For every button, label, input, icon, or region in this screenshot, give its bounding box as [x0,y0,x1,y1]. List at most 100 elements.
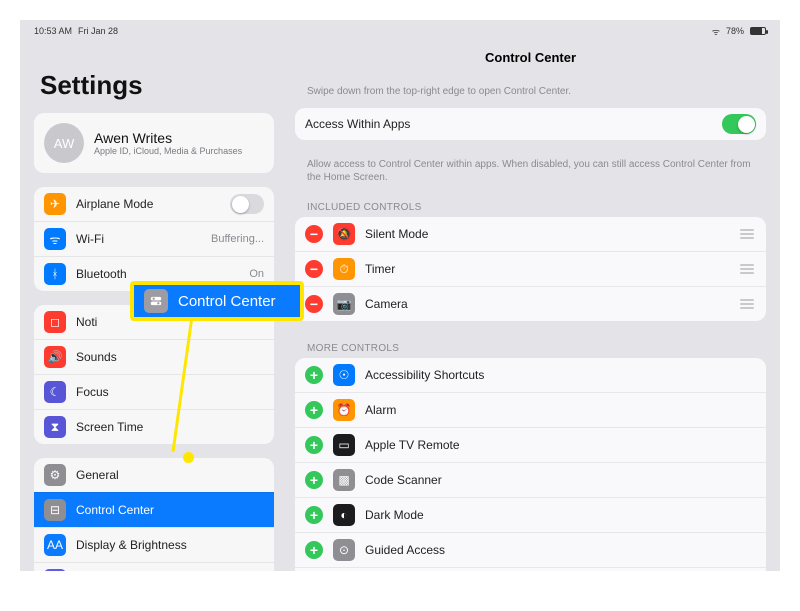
more-row[interactable]: + ⏰ Alarm [295,392,766,427]
add-button[interactable]: + [305,541,323,559]
remote-icon: ▭ [333,434,355,456]
connectivity-group: ✈ Airplane Mode ᯤ Wi-Fi Buffering... ᚼ B… [34,187,274,291]
general-group: ⚙ General ⊟ Control Center AA Display & … [34,458,274,571]
swipe-hint: Swipe down from the top-right edge to op… [295,81,766,108]
display-icon: AA [44,534,66,556]
controlcenter-icon: ⊟ [44,499,66,521]
sidebar-item-airplane[interactable]: ✈ Airplane Mode [34,187,274,221]
access-label: Access Within Apps [305,117,722,131]
remove-button[interactable]: − [305,295,323,313]
callout-highlight: Control Center [130,281,304,321]
general-label: General [76,468,264,482]
included-header: INCLUDED CONTROLS [295,194,766,217]
control-label: Timer [365,262,738,276]
wifi-value: Buffering... [211,233,264,245]
wifi-icon: ᯤ [44,228,66,250]
more-row[interactable]: + ☉ Accessibility Shortcuts [295,358,766,392]
account-avatar: AW [44,123,84,163]
add-button[interactable]: + [305,471,323,489]
timer-icon: ⏱ [333,258,355,280]
control-label: Accessibility Shortcuts [365,368,756,382]
airplane-icon: ✈ [44,193,66,215]
alarm-icon: ⏰ [333,399,355,421]
more-row[interactable]: + ▭ Apple TV Remote [295,427,766,462]
included-controls-list: −🔕Silent Mode−⏱Timer−📷Camera [295,217,766,321]
included-row[interactable]: −⏱ Timer [295,251,766,286]
control-label: Camera [365,297,738,311]
sounds-label: Sounds [76,350,264,364]
account-card[interactable]: AW Awen Writes Apple ID, iCloud, Media &… [34,113,274,173]
more-row[interactable]: + ⊙ Guided Access [295,532,766,567]
sidebar-item-controlcenter[interactable]: ⊟ Control Center [34,492,274,527]
battery-icon [750,27,766,35]
control-label: Code Scanner [365,473,756,487]
sidebar-item-wifi[interactable]: ᯤ Wi-Fi Buffering... [34,221,274,256]
display-label: Display & Brightness [76,538,264,552]
access-toggle[interactable] [722,114,756,134]
account-subtitle: Apple ID, iCloud, Media & Purchases [94,146,242,156]
notifications-group: ◻ Noti 🔊 Sounds ☾ Focus ⧗ Screen Time [34,305,274,444]
control-label: Guided Access [365,543,756,557]
callout-label: Control Center [178,293,276,310]
airplane-label: Airplane Mode [76,197,230,211]
status-date: Fri Jan 28 [78,26,118,36]
battery-percent: 78% [726,26,744,36]
homescreen-icon: ▦ [44,569,66,571]
detail-pane: Control Center Swipe down from the top-r… [295,42,766,571]
qr-icon: ▩ [333,469,355,491]
sidebar-item-homescreen[interactable]: ▦ Home Screen & Dock [34,562,274,571]
sounds-icon: 🔊 [44,346,66,368]
included-row[interactable]: −📷 Camera [295,286,766,321]
more-row[interactable]: + ◐ Dark Mode [295,497,766,532]
control-label: Apple TV Remote [365,438,756,452]
remove-button[interactable]: − [305,260,323,278]
more-header: MORE CONTROLS [295,335,766,358]
sidebar-item-sounds[interactable]: 🔊 Sounds [34,339,274,374]
status-bar: 10:53 AM Fri Jan 28 ᯤ 78% [34,24,766,38]
status-time: 10:53 AM [34,26,72,36]
focus-icon: ☾ [44,381,66,403]
bell-icon: 🔕 [333,223,355,245]
wifi-icon: ᯤ [712,25,720,38]
control-label: Alarm [365,403,756,417]
drag-handle-icon[interactable] [738,264,756,274]
bluetooth-value: On [249,268,264,280]
more-row[interactable]: +👂Hearing [295,567,766,571]
access-within-apps-row[interactable]: Access Within Apps [295,108,766,140]
callout-target-dot [183,452,194,463]
general-icon: ⚙ [44,464,66,486]
darkmode-icon: ◐ [333,504,355,526]
controlcenter-label: Control Center [76,503,264,517]
add-button[interactable]: + [305,366,323,384]
screentime-icon: ⧗ [44,416,66,438]
drag-handle-icon[interactable] [738,229,756,239]
focus-label: Focus [76,385,264,399]
control-label: Silent Mode [365,227,738,241]
sidebar-item-general[interactable]: ⚙ General [34,458,274,492]
sidebar-item-focus[interactable]: ☾ Focus [34,374,274,409]
drag-handle-icon[interactable] [738,299,756,309]
access-card: Access Within Apps [295,108,766,140]
sidebar-item-display[interactable]: AA Display & Brightness [34,527,274,562]
more-row[interactable]: + ▩ Code Scanner [295,462,766,497]
notifications-icon: ◻ [44,311,66,333]
sidebar-item-screentime[interactable]: ⧗ Screen Time [34,409,274,444]
account-name: Awen Writes [94,130,242,146]
bluetooth-label: Bluetooth [76,267,249,281]
airplane-toggle[interactable] [230,194,264,214]
more-controls-list: + ☉ Accessibility Shortcuts + ⏰ Alarm + ▭ Apple … [295,358,766,571]
guided-icon: ⊙ [333,539,355,561]
access-hint: Allow access to Control Center within ap… [295,154,766,194]
bluetooth-icon: ᚼ [44,263,66,285]
page-title: Control Center [295,50,766,65]
wifi-label: Wi-Fi [76,232,211,246]
remove-button[interactable]: − [305,225,323,243]
included-row[interactable]: −🔕 Silent Mode [295,217,766,251]
control-label: Dark Mode [365,508,756,522]
add-button[interactable]: + [305,436,323,454]
accessibility-icon: ☉ [333,364,355,386]
add-button[interactable]: + [305,506,323,524]
add-button[interactable]: + [305,401,323,419]
screentime-label: Screen Time [76,420,264,434]
camera-icon: 📷 [333,293,355,315]
